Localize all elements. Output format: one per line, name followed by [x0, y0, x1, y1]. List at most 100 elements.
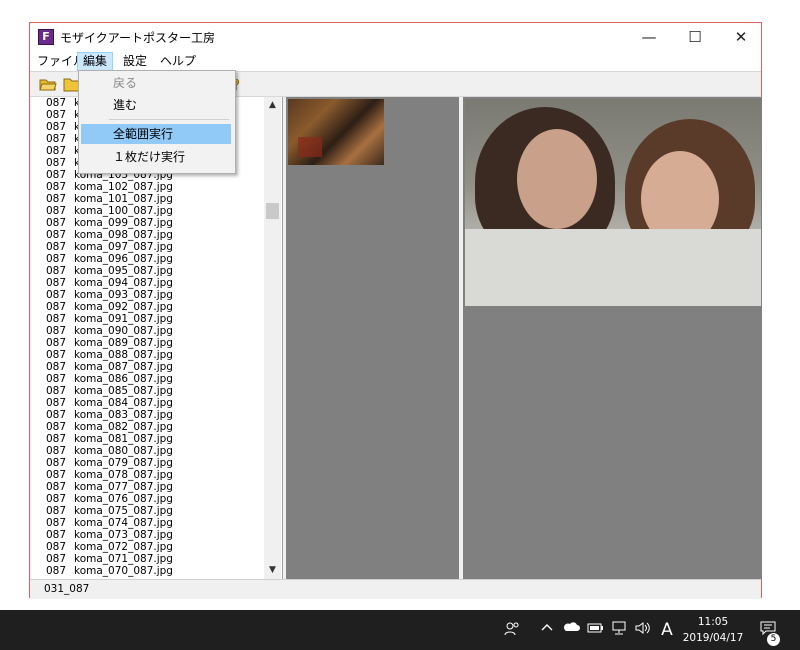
scroll-up-icon[interactable]: ▲	[264, 97, 281, 114]
list-item[interactable]: 087 koma_080_087.jpg	[31, 445, 264, 457]
list-item-number: 087	[46, 469, 67, 481]
list-item-number: 087	[46, 505, 67, 517]
mosaic-preview-image[interactable]	[465, 99, 761, 306]
network-icon[interactable]	[609, 620, 629, 640]
list-item[interactable]: 087 koma_098_087.jpg	[31, 229, 264, 241]
status-text: 031_087	[44, 583, 90, 595]
menu-separator	[109, 119, 229, 120]
list-item-number: 087	[46, 133, 67, 145]
chevron-up-icon[interactable]	[537, 620, 557, 640]
list-item[interactable]: 087 koma_082_087.jpg	[31, 421, 264, 433]
maximize-button[interactable]: ☐	[672, 23, 718, 51]
list-item-number: 087	[46, 97, 67, 109]
source-thumbnail[interactable]	[288, 99, 384, 165]
list-item-number: 087	[46, 517, 67, 529]
battery-icon[interactable]	[585, 620, 605, 640]
list-item[interactable]: 087 koma_070_087.jpg	[31, 565, 264, 577]
list-item-number: 087	[46, 109, 67, 121]
source-image-panel	[286, 97, 459, 579]
list-item[interactable]: 087 koma_073_087.jpg	[31, 529, 264, 541]
list-item[interactable]: 087 koma_094_087.jpg	[31, 277, 264, 289]
list-item-number: 087	[46, 337, 67, 349]
list-item-number: 087	[46, 157, 67, 169]
list-item-filename: koma_100_087.jpg	[74, 205, 173, 217]
volume-icon[interactable]	[633, 620, 653, 640]
list-item-filename: koma_094_087.jpg	[74, 277, 173, 289]
list-item[interactable]: 087 koma_096_087.jpg	[31, 253, 264, 265]
list-item-number: 087	[46, 349, 67, 361]
list-item-filename: koma_072_087.jpg	[74, 541, 173, 553]
app-icon[interactable]: F	[38, 29, 54, 45]
ime-indicator[interactable]: A	[657, 620, 677, 640]
list-item[interactable]: 087 koma_097_087.jpg	[31, 241, 264, 253]
list-item-filename: koma_090_087.jpg	[74, 325, 173, 337]
list-item-filename: koma_082_087.jpg	[74, 421, 173, 433]
clock[interactable]: 11:05 2019/04/17	[680, 614, 746, 646]
minimize-button[interactable]: —	[626, 23, 672, 51]
list-item-number: 087	[46, 385, 67, 397]
list-item[interactable]: 087 koma_075_087.jpg	[31, 505, 264, 517]
list-item-number: 087	[46, 217, 67, 229]
mosaic-preview-panel	[463, 97, 762, 579]
list-item-number: 087	[46, 181, 67, 193]
onedrive-icon[interactable]	[561, 620, 581, 640]
menu-item-redo[interactable]: 進む	[81, 95, 231, 115]
list-scrollbar[interactable]: ▲ ▼	[264, 97, 281, 579]
list-item[interactable]: 087 koma_076_087.jpg	[31, 493, 264, 505]
list-item[interactable]: 087 koma_085_087.jpg	[31, 385, 264, 397]
menu-edit[interactable]: 編集	[77, 52, 114, 71]
list-item-number: 087	[46, 541, 67, 553]
list-item[interactable]: 087 koma_086_087.jpg	[31, 373, 264, 385]
list-item[interactable]: 087 koma_092_087.jpg	[31, 301, 264, 313]
list-item-filename: koma_077_087.jpg	[74, 481, 173, 493]
list-item-filename: koma_088_087.jpg	[74, 349, 173, 361]
list-item-number: 087	[46, 481, 67, 493]
list-item[interactable]: 087 koma_091_087.jpg	[31, 313, 264, 325]
list-item-filename: koma_091_087.jpg	[74, 313, 173, 325]
list-item-filename: koma_083_087.jpg	[74, 409, 173, 421]
list-item[interactable]: 087 koma_074_087.jpg	[31, 517, 264, 529]
list-item-filename: koma_096_087.jpg	[74, 253, 173, 265]
list-item-number: 087	[46, 169, 67, 181]
list-item[interactable]: 087 koma_088_087.jpg	[31, 349, 264, 361]
list-item[interactable]: 087 koma_078_087.jpg	[31, 469, 264, 481]
list-item[interactable]: 087 koma_095_087.jpg	[31, 265, 264, 277]
list-item[interactable]: 087 koma_090_087.jpg	[31, 325, 264, 337]
list-item[interactable]: 087 koma_083_087.jpg	[31, 409, 264, 421]
list-item[interactable]: 087 koma_100_087.jpg	[31, 205, 264, 217]
list-item[interactable]: 087 koma_072_087.jpg	[31, 541, 264, 553]
list-item-filename: koma_101_087.jpg	[74, 193, 173, 205]
title-bar[interactable]: F モザイクアートポスター工房 — ☐ ✕	[30, 23, 761, 51]
scroll-down-icon[interactable]: ▼	[264, 562, 281, 579]
list-item[interactable]: 087 koma_099_087.jpg	[31, 217, 264, 229]
list-item[interactable]: 087 koma_077_087.jpg	[31, 481, 264, 493]
list-item[interactable]: 087 koma_101_087.jpg	[31, 193, 264, 205]
scroll-thumb[interactable]	[266, 203, 279, 219]
list-item[interactable]: 087 koma_071_087.jpg	[31, 553, 264, 565]
list-item-number: 087	[46, 253, 67, 265]
list-item-number: 087	[46, 409, 67, 421]
menu-item-run-all[interactable]: 全範囲実行	[81, 124, 231, 144]
list-item[interactable]: 087 koma_081_087.jpg	[31, 433, 264, 445]
list-item[interactable]: 087 koma_089_087.jpg	[31, 337, 264, 349]
list-item-number: 087	[46, 565, 67, 577]
window-title: モザイクアートポスター工房	[60, 31, 216, 45]
menu-item-undo[interactable]: 戻る	[81, 73, 231, 93]
menu-settings[interactable]: 設定	[118, 53, 152, 70]
list-item[interactable]: 087 koma_102_087.jpg	[31, 181, 264, 193]
list-item[interactable]: 087 koma_084_087.jpg	[31, 397, 264, 409]
list-item-number: 087	[46, 325, 67, 337]
list-item[interactable]: 087 koma_087_087.jpg	[31, 361, 264, 373]
menu-item-run-one[interactable]: １枚だけ実行	[81, 147, 231, 167]
list-item[interactable]: 087 koma_093_087.jpg	[31, 289, 264, 301]
list-item-number: 087	[46, 529, 67, 541]
list-item-number: 087	[46, 457, 67, 469]
list-item-number: 087	[46, 361, 67, 373]
list-item-number: 087	[46, 229, 67, 241]
open-folder-icon[interactable]	[38, 75, 58, 93]
close-button[interactable]: ✕	[718, 23, 764, 51]
people-icon[interactable]	[502, 620, 522, 640]
menu-help[interactable]: ヘルプ	[155, 53, 201, 70]
list-item-number: 087	[46, 301, 67, 313]
list-item[interactable]: 087 koma_079_087.jpg	[31, 457, 264, 469]
